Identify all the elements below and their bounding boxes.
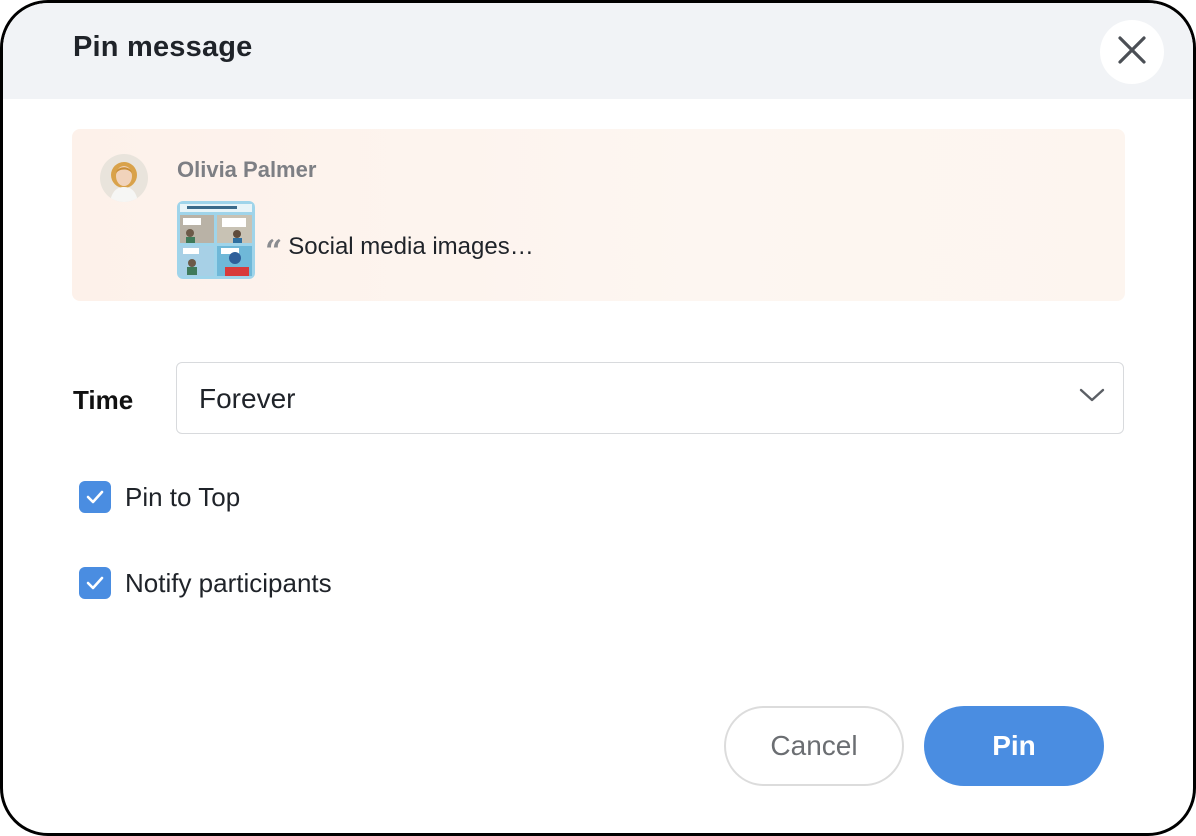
time-label: Time	[73, 385, 134, 415]
chevron-down-icon	[1079, 387, 1105, 408]
dialog-header: Pin message	[3, 3, 1193, 99]
quote-icon: “	[265, 234, 283, 269]
pin-button[interactable]: Pin	[924, 706, 1104, 786]
image-thumbnail[interactable]	[177, 201, 255, 279]
cancel-button[interactable]: Cancel	[724, 706, 904, 786]
pin-to-top-label: Pin to Top	[125, 481, 241, 512]
time-select[interactable]: Forever	[176, 362, 1124, 434]
pin-to-top-checkbox[interactable]	[79, 481, 111, 513]
message-preview: Olivia Palmer “ Social media images…	[72, 129, 1125, 301]
pin-to-top-option[interactable]: Pin to Top	[79, 481, 240, 513]
time-select-value: Forever	[199, 383, 296, 414]
notify-participants-option[interactable]: Notify participants	[79, 567, 332, 599]
avatar	[100, 154, 148, 202]
message-text: Social media images…	[288, 233, 534, 260]
checkmark-icon	[86, 490, 104, 504]
author-name: Olivia Palmer	[177, 157, 317, 182]
dialog-title: Pin message	[73, 31, 253, 63]
pin-message-dialog: Pin message Olivia Palmer “ Social media…	[0, 0, 1196, 836]
checkmark-icon	[86, 576, 104, 590]
close-icon	[1117, 35, 1147, 70]
message-text-row: “ Social media images…	[265, 227, 534, 267]
notify-participants-checkbox[interactable]	[79, 567, 111, 599]
close-button[interactable]	[1100, 20, 1164, 84]
notify-participants-label: Notify participants	[125, 567, 332, 598]
